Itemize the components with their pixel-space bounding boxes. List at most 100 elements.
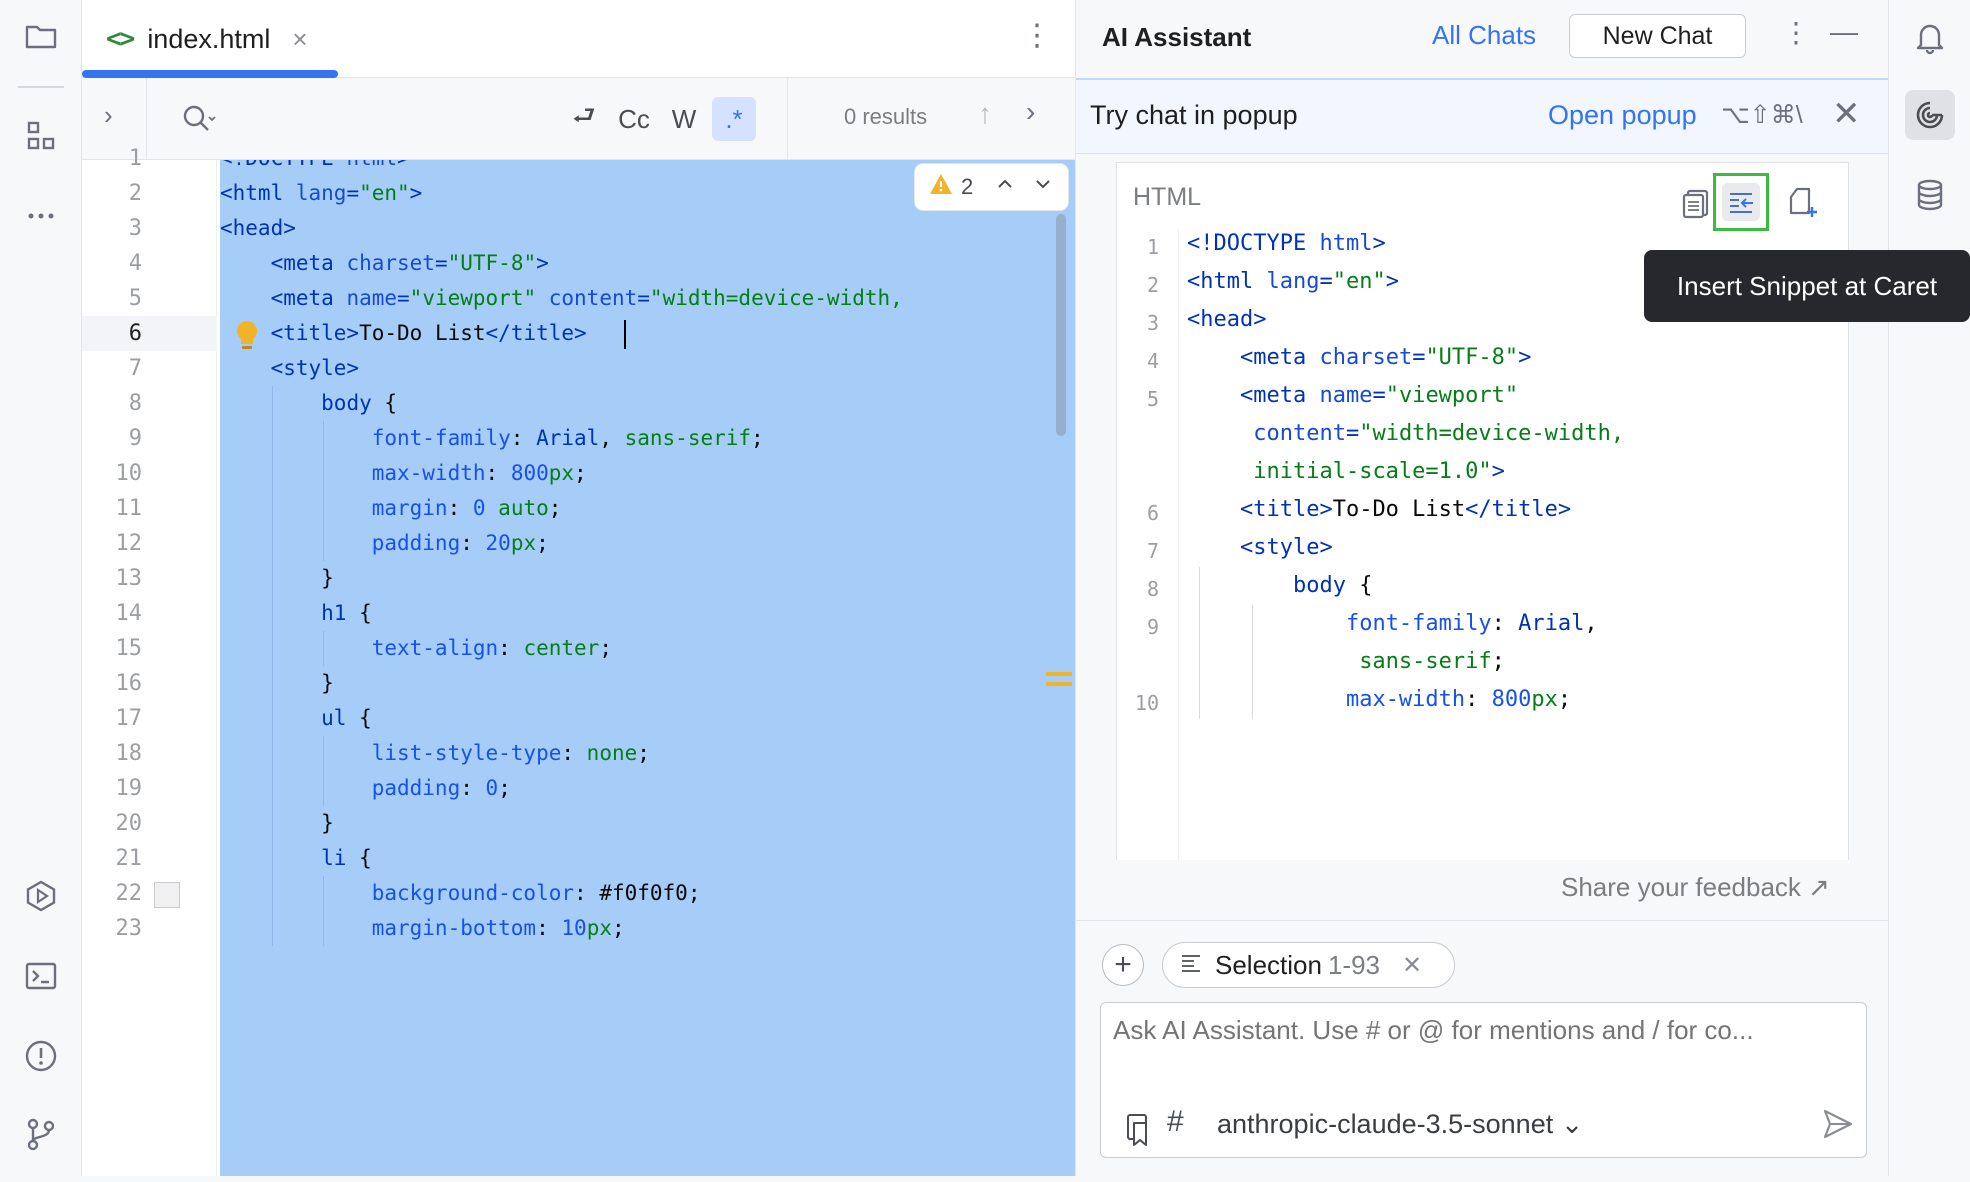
code-token: : — [460, 531, 486, 555]
add-context-button[interactable]: + — [1102, 944, 1144, 986]
snippet-code-line: body { — [1187, 567, 1372, 605]
code-token: content — [548, 286, 638, 310]
ai-panel-more-icon[interactable]: ⋮ — [1782, 16, 1810, 49]
chat-input[interactable] — [1113, 1015, 1853, 1046]
code-line: margin: 0 auto; — [220, 491, 562, 526]
code-area[interactable]: <!DOCTYPE html><html lang="en"><head> <m… — [220, 160, 1075, 1182]
code-token: ; — [574, 461, 587, 485]
code-token: 0 — [472, 496, 499, 520]
popup-banner-close-icon[interactable]: ✕ — [1832, 94, 1861, 134]
mention-hash-icon[interactable]: # — [1167, 1105, 1184, 1139]
prompt-library-icon[interactable] — [1123, 1111, 1155, 1147]
project-folder-icon[interactable] — [17, 12, 65, 60]
snippet-code-line: <!DOCTYPE html> — [1187, 225, 1386, 263]
snippet-line-gutter: 1 2 3 4 5 6 7 8 9 10 — [1117, 229, 1179, 860]
search-icon[interactable] — [178, 100, 218, 140]
line-number: 17 — [115, 706, 143, 731]
find-regex-toggle[interactable]: .* — [712, 97, 756, 141]
send-icon[interactable] — [1821, 1107, 1855, 1141]
code-token: : — [460, 776, 486, 800]
code-line: list-style-type: none; — [220, 736, 650, 771]
model-selector[interactable]: anthropic-claude-3.5-sonnet ⌄ — [1217, 1109, 1583, 1140]
code-token: "en" — [1332, 269, 1386, 294]
line-number: 11 — [115, 496, 143, 521]
code-token: : — [498, 636, 524, 660]
previous-warning-chevron-icon[interactable] — [995, 174, 1015, 200]
snippet-code-line: <meta charset="UTF-8"> — [1187, 339, 1531, 377]
scrollbar-warning-marker[interactable] — [1046, 672, 1072, 676]
line-number: 19 — [115, 776, 143, 801]
find-match-case-toggle[interactable]: Cc — [612, 97, 656, 141]
code-token: "width=device-width, — [649, 286, 903, 310]
more-tools-icon[interactable] — [17, 192, 65, 240]
line-number: 22 — [115, 881, 143, 906]
database-icon[interactable] — [1905, 170, 1955, 220]
ai-assistant-spiral-icon[interactable] — [1905, 90, 1955, 140]
find-wrap-toggle[interactable]: ⮐ — [562, 97, 606, 141]
new-file-from-snippet-icon[interactable] — [1783, 183, 1821, 221]
tab-close-icon[interactable]: × — [292, 24, 307, 55]
selection-chip-close-icon[interactable]: ✕ — [1402, 951, 1422, 980]
code-token: > — [536, 251, 549, 275]
insert-snippet-at-caret-button[interactable] — [1713, 173, 1769, 231]
code-line: <meta name="viewport" content="width=dev… — [220, 281, 903, 316]
code-token: font-family — [1345, 611, 1492, 636]
code-token: content — [1253, 421, 1346, 446]
editor-more-icon[interactable]: ⋮ — [1022, 18, 1052, 53]
code-token: auto — [498, 496, 549, 520]
tab-label: index.html — [147, 23, 271, 54]
next-warning-chevron-icon[interactable] — [1033, 174, 1053, 200]
code-line: } — [220, 666, 334, 701]
find-words-toggle[interactable]: W — [662, 97, 706, 141]
find-expand-chevron-icon[interactable]: › — [104, 100, 136, 136]
git-branch-icon[interactable] — [17, 1110, 65, 1158]
code-token: center — [523, 636, 600, 660]
problems-icon[interactable] — [17, 1032, 65, 1080]
notifications-bell-icon[interactable] — [1905, 12, 1955, 62]
previous-occurrence-arrow-icon[interactable]: ↑ — [978, 98, 992, 130]
code-token: font-family — [371, 426, 511, 450]
terminal-icon[interactable] — [17, 952, 65, 1000]
warning-icon — [929, 172, 953, 202]
lightbulb-icon[interactable] — [232, 318, 262, 354]
next-occurrence-chevron-icon[interactable]: › — [1026, 96, 1035, 128]
code-token: margin-bottom — [371, 916, 537, 940]
code-token: "viewport" — [1385, 383, 1519, 408]
tab-index-html[interactable]: <> index.html × — [82, 0, 338, 78]
selection-context-chip[interactable]: Selection 1-93 ✕ — [1162, 942, 1455, 988]
code-token: </title> — [1465, 497, 1572, 522]
run-services-icon[interactable] — [17, 872, 65, 920]
chat-input-box[interactable]: # anthropic-claude-3.5-sonnet ⌄ — [1100, 1002, 1867, 1158]
copy-snippet-icon[interactable] — [1679, 185, 1715, 221]
ai-panel-minimize-icon[interactable]: — — [1830, 16, 1858, 48]
code-token: <meta — [270, 286, 347, 310]
gutter-breakpoint-box[interactable] — [154, 882, 180, 908]
code-token: html — [1319, 231, 1373, 256]
code-token: <title> — [270, 321, 360, 345]
code-token: padding — [371, 776, 461, 800]
line-number: 2 — [128, 181, 142, 206]
new-chat-button[interactable]: New Chat — [1569, 14, 1746, 58]
warnings-indicator[interactable]: 2 — [915, 164, 1068, 210]
editor-pane: <> index.html × ⋮ › ⮐ Cc W .* 0 results ↑ ›… — [82, 0, 1075, 1182]
code-token: none — [586, 741, 638, 765]
line-number: 1 — [128, 146, 142, 171]
code-line: <meta charset="UTF-8"> — [220, 246, 549, 281]
open-popup-link[interactable]: Open popup — [1548, 100, 1697, 131]
editor-scrollbar-thumb[interactable] — [1056, 214, 1066, 436]
code-token: background-color — [371, 881, 575, 905]
code-token: charset — [1319, 345, 1413, 370]
share-feedback-link[interactable]: Share your feedback ↗ — [1561, 872, 1830, 903]
all-chats-link[interactable]: All Chats — [1432, 20, 1536, 51]
code-token: <style> — [270, 356, 360, 380]
ai-panel-title: AI Assistant — [1102, 22, 1252, 52]
left-tool-strip — [0, 0, 82, 1182]
structure-icon[interactable] — [17, 112, 65, 160]
scrollbar-warning-marker[interactable] — [1046, 682, 1072, 686]
